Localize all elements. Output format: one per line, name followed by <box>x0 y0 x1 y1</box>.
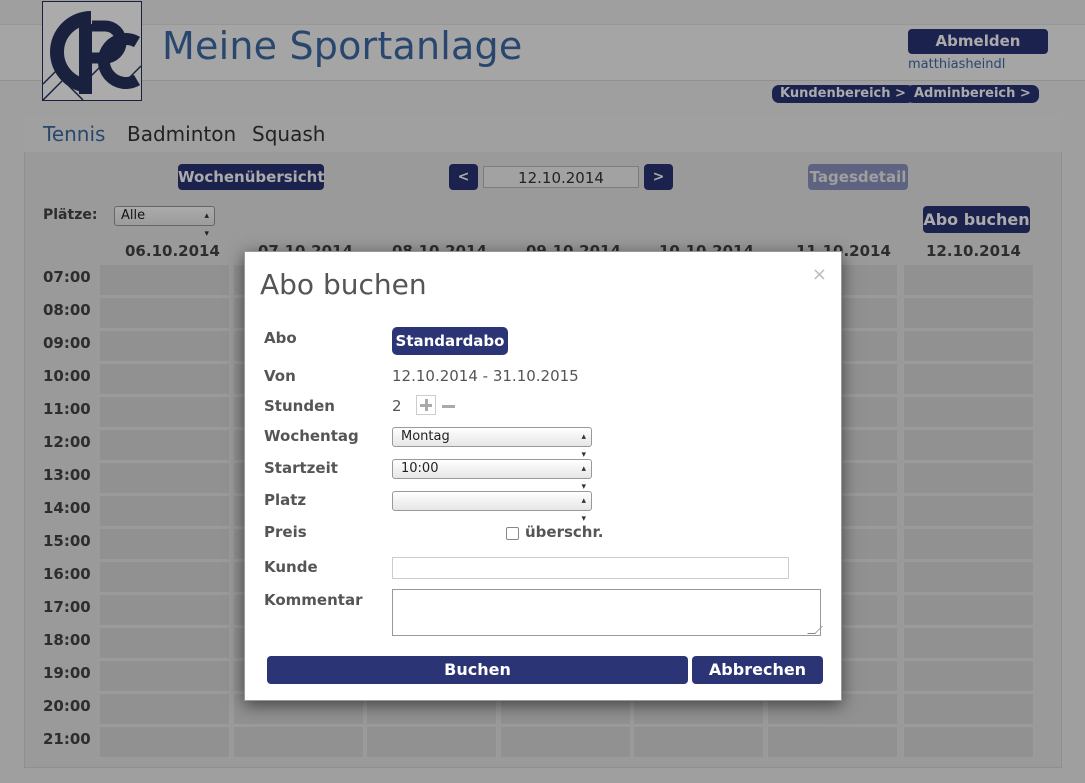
start-time-select[interactable]: 10:00 ▴ ▾ <box>392 459 592 492</box>
customer-input[interactable] <box>392 557 789 579</box>
book-button[interactable]: Buchen <box>267 656 688 684</box>
weekday-select-value: Montag <box>401 429 450 444</box>
von-label: Von <box>264 367 296 385</box>
close-icon[interactable]: × <box>812 264 827 285</box>
startzeit-label: Startzeit <box>264 459 338 477</box>
price-override-label[interactable]: überschr. <box>525 523 603 541</box>
weekday-select[interactable]: Montag ▴ ▾ <box>392 427 592 460</box>
court-select[interactable]: ▴ ▾ <box>392 491 592 524</box>
cancel-button[interactable]: Abbrechen <box>692 656 823 684</box>
stunden-value: 2 <box>392 397 402 415</box>
comment-textarea[interactable] <box>392 589 823 636</box>
start-time-select-value: 10:00 <box>401 461 439 476</box>
kommentar-label: Kommentar <box>264 591 363 609</box>
stunden-label: Stunden <box>264 397 335 415</box>
minus-icon[interactable] <box>442 405 455 408</box>
page-background: Meine Sportanlage Abmelden matthiasheind… <box>0 0 1085 783</box>
dialog-title: Abo buchen <box>260 268 427 301</box>
plus-icon[interactable] <box>416 395 436 415</box>
von-value: 12.10.2014 - 31.10.2015 <box>392 367 579 385</box>
platz-label: Platz <box>264 491 307 509</box>
abo-label: Abo <box>264 329 297 347</box>
kunde-label: Kunde <box>264 558 318 576</box>
wochentag-label: Wochentag <box>264 427 359 445</box>
price-override-checkbox[interactable] <box>506 527 519 540</box>
abo-type-button[interactable]: Standardabo <box>392 327 508 355</box>
resize-grip-icon[interactable] <box>807 626 823 634</box>
preis-label: Preis <box>264 523 307 541</box>
subscription-dialog: Abo buchen × Abo Standardabo Von 12.10.2… <box>244 251 842 701</box>
